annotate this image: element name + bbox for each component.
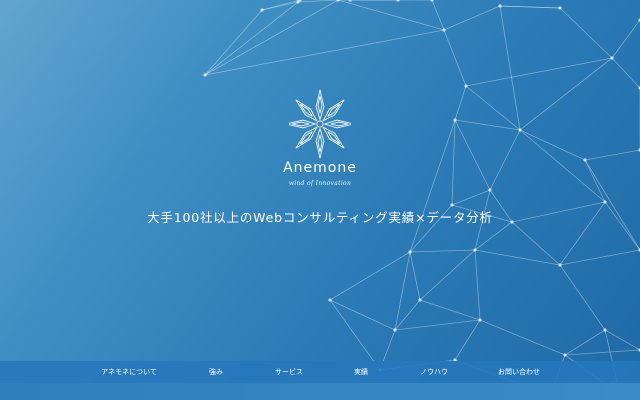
network-line — [611, 57, 640, 89]
network-node — [488, 188, 492, 192]
network-node — [336, 0, 340, 2]
network-line — [204, 1, 299, 76]
network-node — [453, 118, 457, 122]
network-node — [430, 0, 434, 2]
network-node — [260, 8, 264, 12]
network-line — [443, 5, 501, 31]
nav-item-services[interactable]: サービス — [275, 361, 303, 383]
network-line — [559, 7, 613, 59]
brand-tagline: wind of Innovation — [288, 180, 352, 187]
network-node — [418, 298, 422, 302]
network-line — [584, 159, 606, 203]
network-line — [443, 29, 467, 87]
network-node — [393, 328, 397, 332]
network-line — [451, 189, 491, 206]
network-line — [409, 251, 421, 301]
network-node — [518, 128, 522, 132]
network-line — [454, 119, 521, 131]
network-node — [473, 248, 477, 252]
network-node — [603, 328, 607, 332]
network-line — [409, 249, 476, 253]
network-line — [559, 249, 640, 266]
network-line — [559, 264, 606, 331]
bottom-strip — [0, 383, 640, 400]
network-line — [204, 0, 339, 76]
network-line — [204, 9, 263, 76]
hero-headline: 大手100社以上のWebコンサルティング実績×データ分析 — [147, 210, 493, 225]
main-navigation: アネモネについて 強み サービス 実績 ノウハウ お問い合わせ — [0, 361, 640, 383]
network-line — [499, 5, 521, 131]
network-line — [419, 299, 481, 321]
network-line — [474, 249, 481, 321]
network-background — [203, 0, 640, 397]
network-line — [451, 119, 456, 206]
network-line — [564, 329, 606, 356]
network-line — [431, 0, 445, 31]
brand-name: Anemone — [283, 160, 357, 176]
network-node — [610, 56, 614, 60]
network-node — [563, 353, 567, 357]
network-line — [394, 299, 421, 331]
network-line — [337, 0, 445, 31]
network-line — [489, 129, 521, 191]
network-line — [465, 57, 613, 87]
network-node — [328, 298, 332, 302]
network-line — [329, 299, 381, 371]
network-line — [519, 129, 586, 161]
network-line — [204, 29, 445, 76]
snowflake-logo-icon — [289, 89, 351, 159]
network-line — [604, 329, 640, 351]
network-line — [454, 119, 491, 191]
network-node — [203, 73, 207, 77]
network-line — [297, 0, 339, 3]
nav-item-strengths[interactable]: 強み — [209, 361, 223, 383]
network-line — [394, 251, 411, 331]
network-line — [454, 319, 481, 361]
network-node — [348, 0, 352, 2]
network-line — [584, 149, 640, 161]
network-node — [442, 28, 446, 32]
network-line — [454, 85, 467, 121]
network-node — [583, 158, 587, 162]
nav-item-contact[interactable]: お問い合わせ — [498, 361, 540, 383]
network-line — [519, 129, 606, 203]
nav-item-results[interactable]: 実績 — [354, 361, 368, 383]
nav-item-knowhow[interactable]: ノウハウ — [420, 361, 448, 383]
network-line — [474, 249, 561, 266]
network-node — [558, 263, 562, 267]
network-line — [465, 85, 521, 131]
network-line — [584, 159, 640, 251]
brand-logo[interactable]: Anemone wind of Innovation — [270, 86, 370, 196]
nav-item-about[interactable]: アネモネについて — [101, 361, 157, 383]
network-node — [498, 4, 502, 8]
network-line — [329, 251, 411, 301]
network-node — [396, 0, 400, 2]
network-line — [519, 57, 613, 131]
network-line — [564, 349, 640, 356]
network-line — [611, 19, 640, 59]
network-line — [394, 319, 481, 331]
network-node — [464, 84, 468, 88]
network-line — [511, 221, 561, 266]
network-node — [408, 250, 412, 254]
network-line — [499, 5, 561, 9]
network-node — [603, 200, 607, 204]
network-line — [419, 249, 476, 301]
network-line — [329, 299, 396, 331]
network-line — [479, 319, 566, 356]
network-node — [478, 318, 482, 322]
network-node — [558, 6, 562, 10]
network-line — [409, 119, 456, 253]
